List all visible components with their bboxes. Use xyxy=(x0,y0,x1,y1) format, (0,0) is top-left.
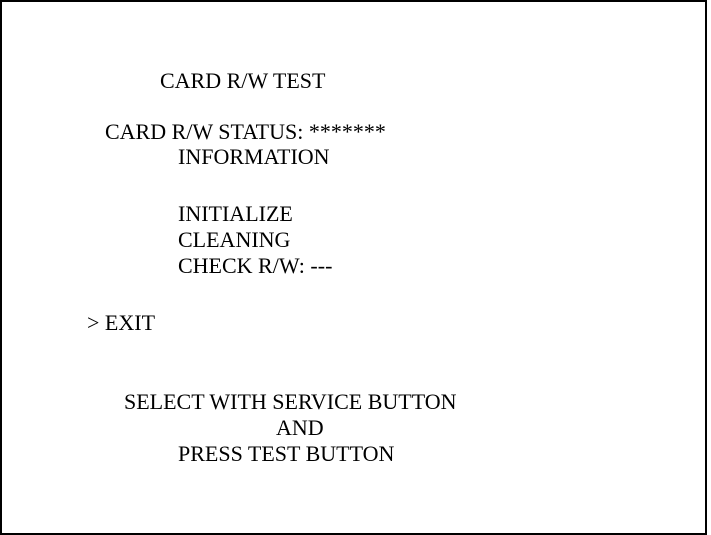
menu-item-exit[interactable]: > EXIT xyxy=(87,310,155,336)
test-menu-screen: CARD R/W TEST CARD R/W STATUS: ******* I… xyxy=(0,0,707,535)
card-rw-status: CARD R/W STATUS: ******* xyxy=(105,119,386,145)
screen-title: CARD R/W TEST xyxy=(160,68,326,93)
menu-item-initialize[interactable]: INITIALIZE xyxy=(178,201,293,227)
instruction-line-2: AND xyxy=(276,415,324,440)
status-label: CARD R/W STATUS: xyxy=(105,119,304,144)
menu-item-check-rw[interactable]: CHECK R/W: --- xyxy=(178,253,332,279)
exit-label: EXIT xyxy=(104,310,156,335)
selection-cursor: > xyxy=(87,310,100,335)
menu-item-cleaning[interactable]: CLEANING xyxy=(178,227,290,253)
instruction-line-1: SELECT WITH SERVICE BUTTON xyxy=(124,389,457,414)
check-rw-label: CHECK R/W: xyxy=(178,253,305,278)
check-rw-value: --- xyxy=(310,253,333,278)
status-value: ******* xyxy=(308,119,386,144)
instruction-line-3: PRESS TEST BUTTON xyxy=(178,441,395,466)
menu-item-information[interactable]: INFORMATION xyxy=(178,144,330,170)
